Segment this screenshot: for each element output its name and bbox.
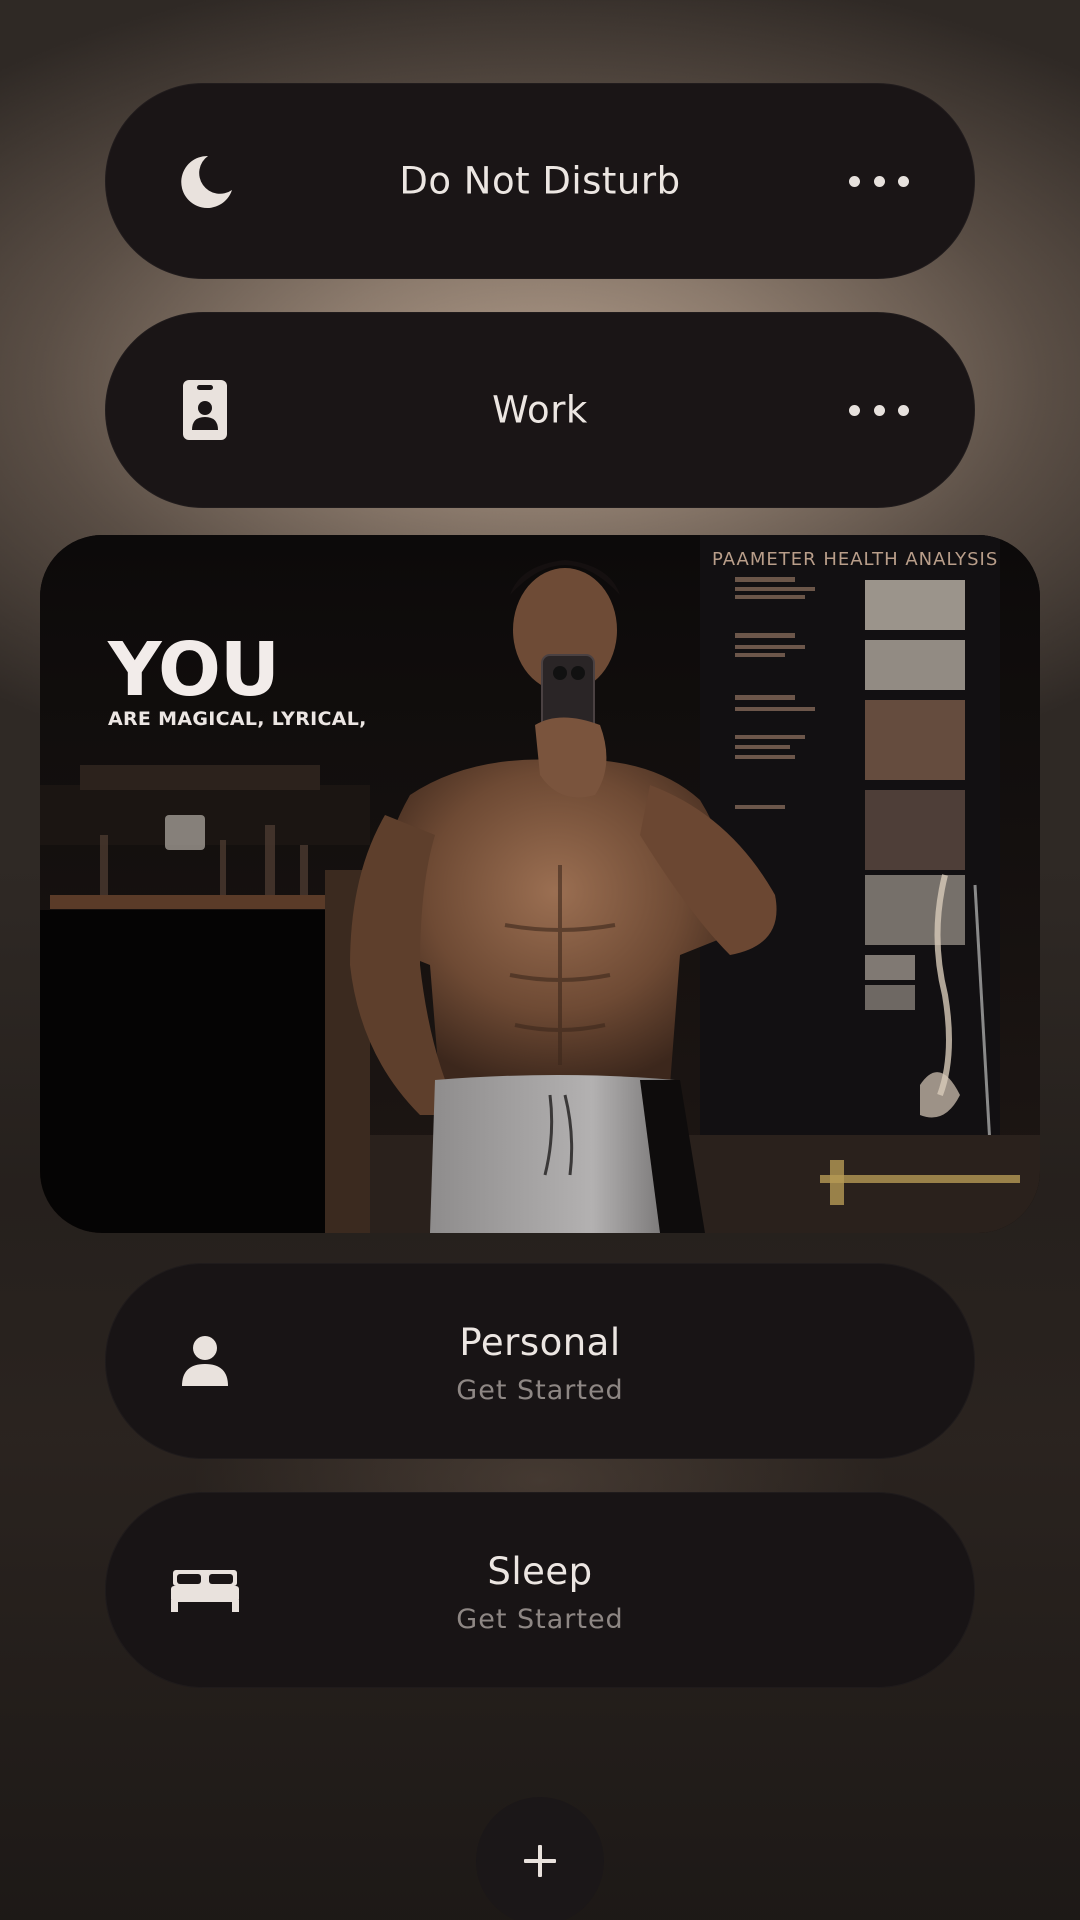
focus-mode-title: Sleep [487,1550,593,1593]
focus-mode-subtitle: Get Started [456,1375,624,1406]
gym-mirror-selfie-photo: PAAMETER HEALTH ANALYSIS YOU ARE MAGICAL… [40,535,1040,1233]
focus-mode-personal[interactable]: Personal Get Started [105,1263,975,1459]
plus-icon [524,1845,556,1877]
focus-mode-title: Work [492,388,588,432]
overlay-title: YOU [108,627,280,713]
more-options-icon[interactable] [849,400,909,420]
focus-mode-title: Do Not Disturb [399,159,681,203]
focus-mode-subtitle: Get Started [456,1604,624,1635]
more-options-icon[interactable] [849,171,909,191]
poster-text: PAAMETER HEALTH ANALYSIS [712,549,999,570]
focus-mode-work[interactable]: Work [105,312,975,508]
focus-mode-title: Personal [459,1321,621,1364]
overlay-subtitle: ARE MAGICAL, LYRICAL, [108,708,367,730]
focus-mode-do-not-disturb[interactable]: Do Not Disturb [105,83,975,279]
focus-mode-sleep[interactable]: Sleep Get Started [105,1492,975,1688]
add-focus-button[interactable] [476,1797,604,1920]
